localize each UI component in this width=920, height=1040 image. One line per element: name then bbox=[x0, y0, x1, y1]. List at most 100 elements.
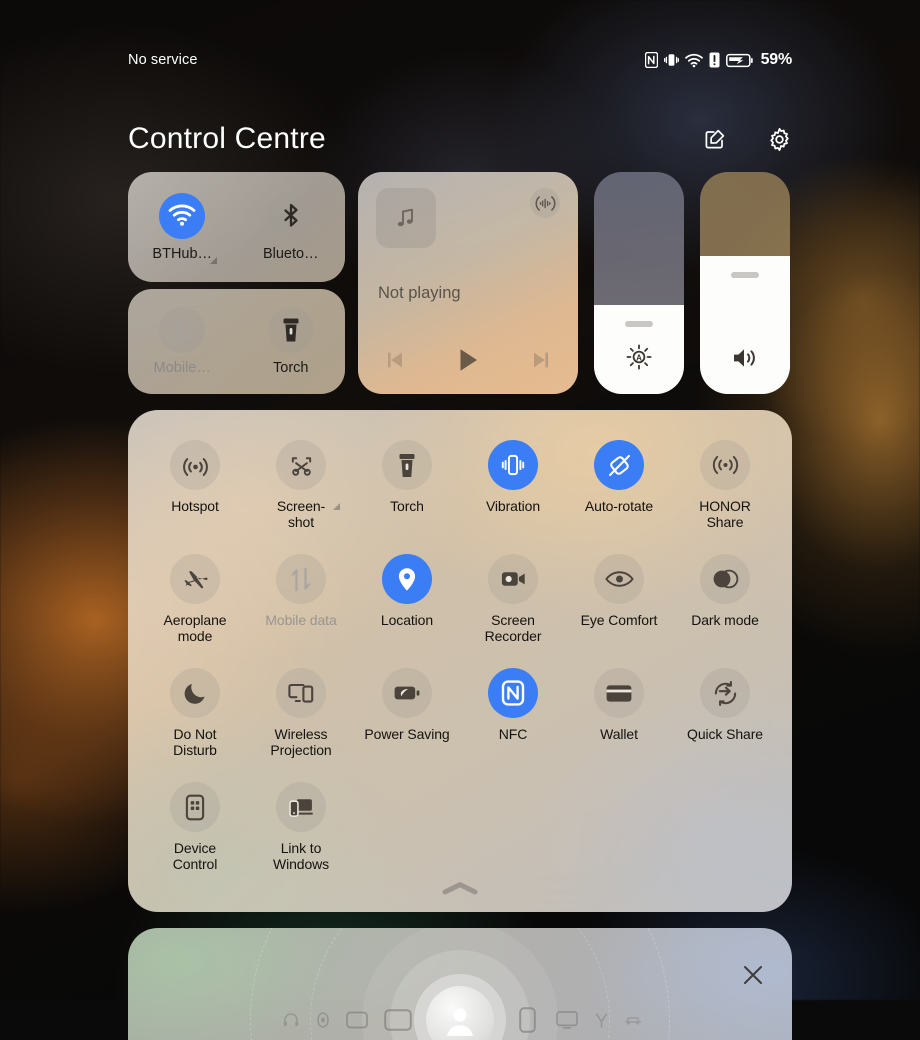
quick-share-icon bbox=[700, 668, 750, 718]
volume-slider-handle[interactable] bbox=[731, 272, 759, 278]
toggle-wallet[interactable]: Wallet bbox=[566, 656, 672, 768]
tile-torch[interactable]: Torch bbox=[237, 289, 346, 394]
tile-wifi-label: BTHub… bbox=[152, 246, 212, 262]
hotspot-icon bbox=[170, 440, 220, 490]
chevron-up-icon[interactable] bbox=[442, 881, 478, 900]
toggle-auto-rotate[interactable]: Auto-rotate bbox=[566, 428, 672, 540]
volume-slider[interactable] bbox=[700, 172, 790, 394]
wallet-icon bbox=[594, 668, 644, 718]
close-icon[interactable] bbox=[740, 962, 766, 988]
toggle-auto-rotate-label: Auto-rotate bbox=[585, 499, 653, 515]
monitor-icon[interactable] bbox=[556, 1011, 578, 1029]
router-icon[interactable] bbox=[593, 1012, 610, 1028]
volume-icon bbox=[731, 346, 759, 370]
nfc-icon bbox=[488, 668, 538, 718]
music-note-icon bbox=[376, 188, 436, 248]
media-title: Not playing bbox=[378, 284, 461, 303]
tile-mobile-data-label: Mobile… bbox=[154, 360, 211, 376]
device-connect-card bbox=[128, 928, 792, 1040]
toggle-vibration-label: Vibration bbox=[486, 499, 540, 515]
toggle-eye-comfort[interactable]: Eye Comfort bbox=[566, 542, 672, 654]
tablet-icon[interactable] bbox=[346, 1012, 368, 1029]
wireless-projection-icon bbox=[276, 668, 326, 718]
toggle-screen-recorder[interactable]: Screen Recorder bbox=[460, 542, 566, 654]
toggle-hotspot[interactable]: Hotspot bbox=[142, 428, 248, 540]
screen-recorder-icon bbox=[488, 554, 538, 604]
header-actions bbox=[702, 126, 792, 152]
toggle-aeroplane-mode-label: Aeroplane mode bbox=[164, 613, 227, 644]
headphones-icon[interactable] bbox=[283, 1013, 299, 1027]
media-top-row bbox=[376, 188, 560, 248]
toggle-nfc[interactable]: NFC bbox=[460, 656, 566, 768]
battery-percent-label: 59% bbox=[761, 51, 792, 69]
toggle-aeroplane-mode[interactable]: Aeroplane mode bbox=[142, 542, 248, 654]
battery-charging-icon bbox=[726, 53, 753, 68]
torch-icon bbox=[268, 307, 314, 353]
wifi-icon bbox=[159, 193, 205, 239]
settings-icon[interactable] bbox=[766, 126, 792, 152]
toggle-device-control[interactable]: Device Control bbox=[142, 770, 248, 882]
laptop-icon[interactable] bbox=[384, 1009, 412, 1031]
tile-wifi[interactable]: BTHub… bbox=[128, 172, 237, 282]
toggle-nfc-label: NFC bbox=[499, 727, 527, 743]
tile-torch-label: Torch bbox=[273, 360, 308, 376]
brightness-slider-handle[interactable] bbox=[625, 321, 653, 327]
do-not-disturb-icon bbox=[170, 668, 220, 718]
vibration-icon bbox=[664, 52, 679, 68]
car-icon[interactable] bbox=[624, 1015, 642, 1026]
chevron-expand-icon[interactable] bbox=[333, 503, 340, 510]
torch-icon bbox=[382, 440, 432, 490]
toggle-wireless-projection-label: Wireless Projection bbox=[270, 727, 331, 758]
toggle-screen-recorder-label: Screen Recorder bbox=[485, 613, 542, 644]
toggle-do-not-disturb[interactable]: Do Not Disturb bbox=[142, 656, 248, 768]
media-player-card[interactable]: Not playing bbox=[358, 172, 578, 394]
grid-empty-slot bbox=[672, 770, 778, 882]
grid-empty-slot bbox=[460, 770, 566, 882]
carrier-label: No service bbox=[128, 52, 198, 68]
nfc-icon bbox=[645, 52, 658, 68]
toggle-dark-mode-label: Dark mode bbox=[691, 613, 759, 629]
toggles-grid: Hotspot Screen- shot Torch Vibration bbox=[142, 428, 778, 882]
phone-icon[interactable] bbox=[519, 1007, 536, 1033]
toggle-location[interactable]: Location bbox=[354, 542, 460, 654]
mobile-data-icon bbox=[159, 307, 205, 353]
toggle-vibration[interactable]: Vibration bbox=[460, 428, 566, 540]
toggle-screenshot[interactable]: Screen- shot bbox=[248, 428, 354, 540]
toggle-honor-share[interactable]: HONOR Share bbox=[672, 428, 778, 540]
toggle-link-to-windows[interactable]: Link to Windows bbox=[248, 770, 354, 882]
toggle-eye-comfort-label: Eye Comfort bbox=[581, 613, 658, 629]
brightness-slider[interactable]: A bbox=[594, 172, 684, 394]
svg-text:A: A bbox=[636, 353, 642, 362]
toggle-quick-share[interactable]: Quick Share bbox=[672, 656, 778, 768]
status-icons: 59% bbox=[645, 51, 792, 69]
play-icon[interactable] bbox=[454, 346, 482, 374]
toggle-mobile-data[interactable]: Mobile data bbox=[248, 542, 354, 654]
next-icon[interactable] bbox=[530, 349, 552, 371]
toggle-power-saving[interactable]: Power Saving bbox=[354, 656, 460, 768]
tile-bluetooth[interactable]: Blueto… bbox=[237, 172, 346, 282]
toggle-torch[interactable]: Torch bbox=[354, 428, 460, 540]
mobile-data-icon bbox=[276, 554, 326, 604]
toggle-wireless-projection[interactable]: Wireless Projection bbox=[248, 656, 354, 768]
honor-share-icon bbox=[700, 440, 750, 490]
toggle-dark-mode[interactable]: Dark mode bbox=[672, 542, 778, 654]
previous-icon[interactable] bbox=[384, 349, 406, 371]
media-controls bbox=[376, 346, 560, 374]
toggle-mobile-data-label: Mobile data bbox=[265, 613, 336, 629]
toggle-screenshot-label: Screen- shot bbox=[277, 499, 325, 530]
eye-comfort-icon bbox=[594, 554, 644, 604]
audio-output-icon[interactable] bbox=[530, 188, 560, 218]
edit-icon[interactable] bbox=[702, 126, 728, 152]
bluetooth-icon bbox=[268, 193, 314, 239]
chevron-expand-icon[interactable] bbox=[210, 257, 217, 264]
auto-rotate-icon bbox=[594, 440, 644, 490]
grid-empty-slot bbox=[354, 770, 460, 882]
page-title: Control Centre bbox=[128, 122, 326, 156]
toggle-quick-share-label: Quick Share bbox=[687, 727, 763, 743]
tile-mobile-data[interactable]: Mobile… bbox=[128, 289, 237, 394]
toggle-location-label: Location bbox=[381, 613, 433, 629]
tile-group-connectivity: BTHub… Blueto… bbox=[128, 172, 345, 282]
earbud-icon[interactable] bbox=[316, 1012, 330, 1028]
quick-settings-row: BTHub… Blueto… Mobile… Torch bbox=[128, 172, 792, 394]
wifi-icon bbox=[685, 53, 703, 68]
